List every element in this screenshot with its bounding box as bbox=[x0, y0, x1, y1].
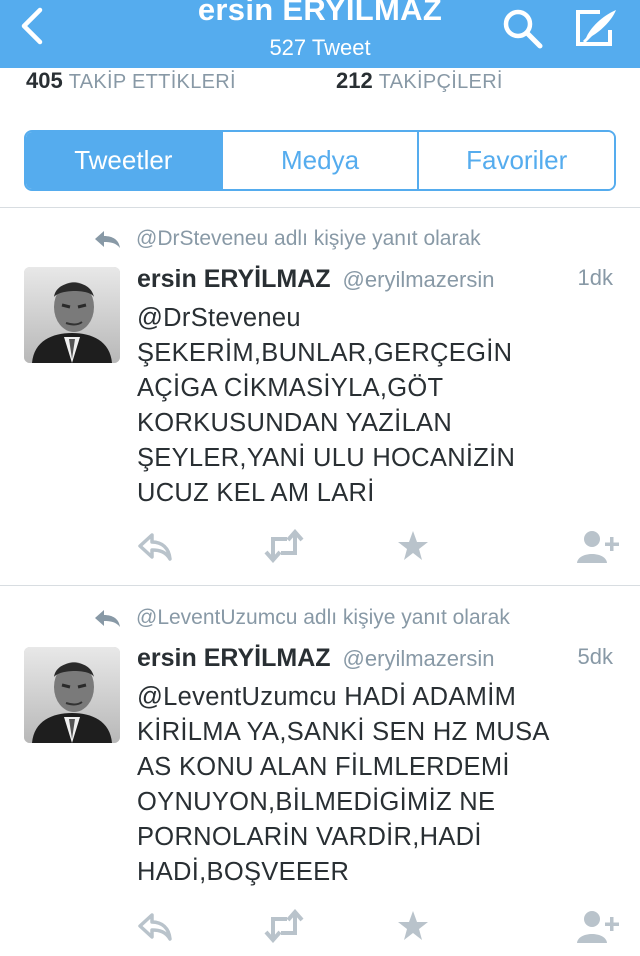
tweet-text: @LeventUzumcu HADİ ADAMİM KİRİLMA YA,SAN… bbox=[137, 680, 617, 890]
compose-icon bbox=[576, 10, 616, 46]
tweet-timestamp: 1dk bbox=[577, 265, 613, 290]
tweet-author-handle[interactable]: @eryilmazersin bbox=[343, 267, 495, 293]
followers-stat[interactable]: 212 TAKİPÇİLERİ bbox=[336, 68, 503, 95]
profile-name: ersin ERYİLMAZ bbox=[197, 0, 443, 27]
compose-button[interactable] bbox=[572, 6, 620, 50]
reply-icon bbox=[138, 913, 172, 941]
followers-count: 212 bbox=[336, 68, 373, 93]
tweet-author-name[interactable]: ersin ERYİLMAZ bbox=[137, 644, 331, 673]
follow-button[interactable] bbox=[576, 909, 620, 943]
tab-media[interactable]: Medya bbox=[220, 132, 418, 189]
reply-context[interactable]: @DrSteveneu adlı kişiye yanıt olarak bbox=[92, 224, 481, 254]
tweet-text-line: ŞEYLER,YANİ ULU HOCANİZİN bbox=[137, 444, 516, 472]
tweet-actions bbox=[0, 528, 640, 564]
add-user-icon bbox=[577, 531, 619, 563]
tweet-text-line: KİRİLMA YA,SANKİ SEN HZ MUSA bbox=[137, 718, 550, 746]
followers-label: TAKİPÇİLERİ bbox=[378, 71, 503, 93]
retweet-icon bbox=[264, 908, 304, 944]
search-button[interactable] bbox=[500, 6, 544, 50]
reply-button[interactable] bbox=[138, 529, 172, 563]
tweet-text-line: OYNUYON,BİLMEDİGİMİZ NE bbox=[137, 788, 496, 816]
tweet-text: @DrSteveneu ŞEKERİM,BUNLAR,GERÇEGİN AÇİG… bbox=[137, 301, 617, 511]
header-title-block: ersin ERYİLMAZ 527 Tweet bbox=[0, 0, 640, 62]
tweet-author-name[interactable]: ersin ERYİLMAZ bbox=[137, 265, 331, 294]
reply-arrow-icon bbox=[95, 610, 120, 627]
avatar-photo bbox=[24, 267, 120, 363]
retweet-icon bbox=[264, 528, 304, 564]
tweet-text-line: ŞEKERİM,BUNLAR,GERÇEGİN bbox=[137, 339, 513, 367]
tweet-text-line: AÇİGA CİKMASİYLA,GÖT bbox=[137, 374, 444, 402]
following-stat[interactable]: 405 TAKİP ETTİKLERİ bbox=[26, 68, 236, 95]
tweet-item[interactable]: @DrSteveneu adlı kişiye yanıt olarak ers… bbox=[0, 207, 640, 585]
star-icon bbox=[398, 531, 428, 560]
tweet-header: ersin ERYİLMAZ @eryilmazersin 1dk bbox=[137, 265, 617, 297]
favorite-button[interactable] bbox=[397, 909, 429, 943]
profile-stats: 405 TAKİP ETTİKLERİ 212 TAKİPÇİLERİ bbox=[0, 68, 640, 98]
reply-context[interactable]: @LeventUzumcu adlı kişiye yanıt olarak bbox=[92, 603, 510, 633]
reply-icon bbox=[138, 533, 172, 561]
tab-tweets[interactable]: Tweetler bbox=[26, 132, 221, 189]
favorite-button[interactable] bbox=[397, 529, 429, 563]
tweet-text-line: @LeventUzumcu HADİ ADAMİM bbox=[137, 683, 517, 711]
tweet-text-line: @DrSteveneu bbox=[137, 304, 301, 332]
reply-context-text: @LeventUzumcu adlı kişiye yanıt olarak bbox=[136, 606, 510, 629]
retweet-button[interactable] bbox=[263, 528, 305, 564]
tweet-actions bbox=[0, 908, 640, 944]
tweet-text-line: PORNOLARİN VARDİR,HADİ bbox=[137, 823, 482, 851]
tweet-text-line: KORKUSUNDAN YAZİLAN bbox=[137, 409, 453, 437]
tweet-count: 527 Tweet bbox=[269, 35, 371, 60]
following-label: TAKİP ETTİKLERİ bbox=[68, 71, 236, 93]
tweet-text-line: AS KONU ALAN FİLMLERDEMİ bbox=[137, 753, 510, 781]
profile-tabs: Tweetler Medya Favoriler bbox=[24, 130, 616, 191]
tweet-text-line: HADİ,BOŞVEEER bbox=[137, 858, 350, 886]
profile-header-bar: ersin ERYİLMAZ 527 Tweet bbox=[0, 0, 640, 68]
tweet-header: ersin ERYİLMAZ @eryilmazersin 5dk bbox=[137, 644, 617, 676]
avatar[interactable] bbox=[24, 267, 120, 363]
tweet-item[interactable]: @LeventUzumcu adlı kişiye yanıt olarak e… bbox=[0, 585, 640, 956]
follow-button[interactable] bbox=[576, 529, 620, 563]
star-icon bbox=[398, 911, 428, 940]
avatar-photo bbox=[24, 647, 120, 743]
retweet-button[interactable] bbox=[263, 908, 305, 944]
add-user-icon bbox=[577, 911, 619, 943]
reply-button[interactable] bbox=[138, 909, 172, 943]
reply-arrow-icon bbox=[95, 231, 120, 248]
tweet-text-line: UCUZ KEL AM LARİ bbox=[137, 479, 375, 507]
avatar[interactable] bbox=[24, 647, 120, 743]
reply-context-text: @DrSteveneu adlı kişiye yanıt olarak bbox=[136, 227, 481, 250]
following-count: 405 bbox=[26, 68, 63, 93]
search-icon bbox=[503, 9, 543, 49]
tab-favorites[interactable]: Favoriler bbox=[417, 132, 614, 189]
tweet-timestamp: 5dk bbox=[577, 644, 613, 669]
tweet-author-handle[interactable]: @eryilmazersin bbox=[343, 646, 495, 672]
